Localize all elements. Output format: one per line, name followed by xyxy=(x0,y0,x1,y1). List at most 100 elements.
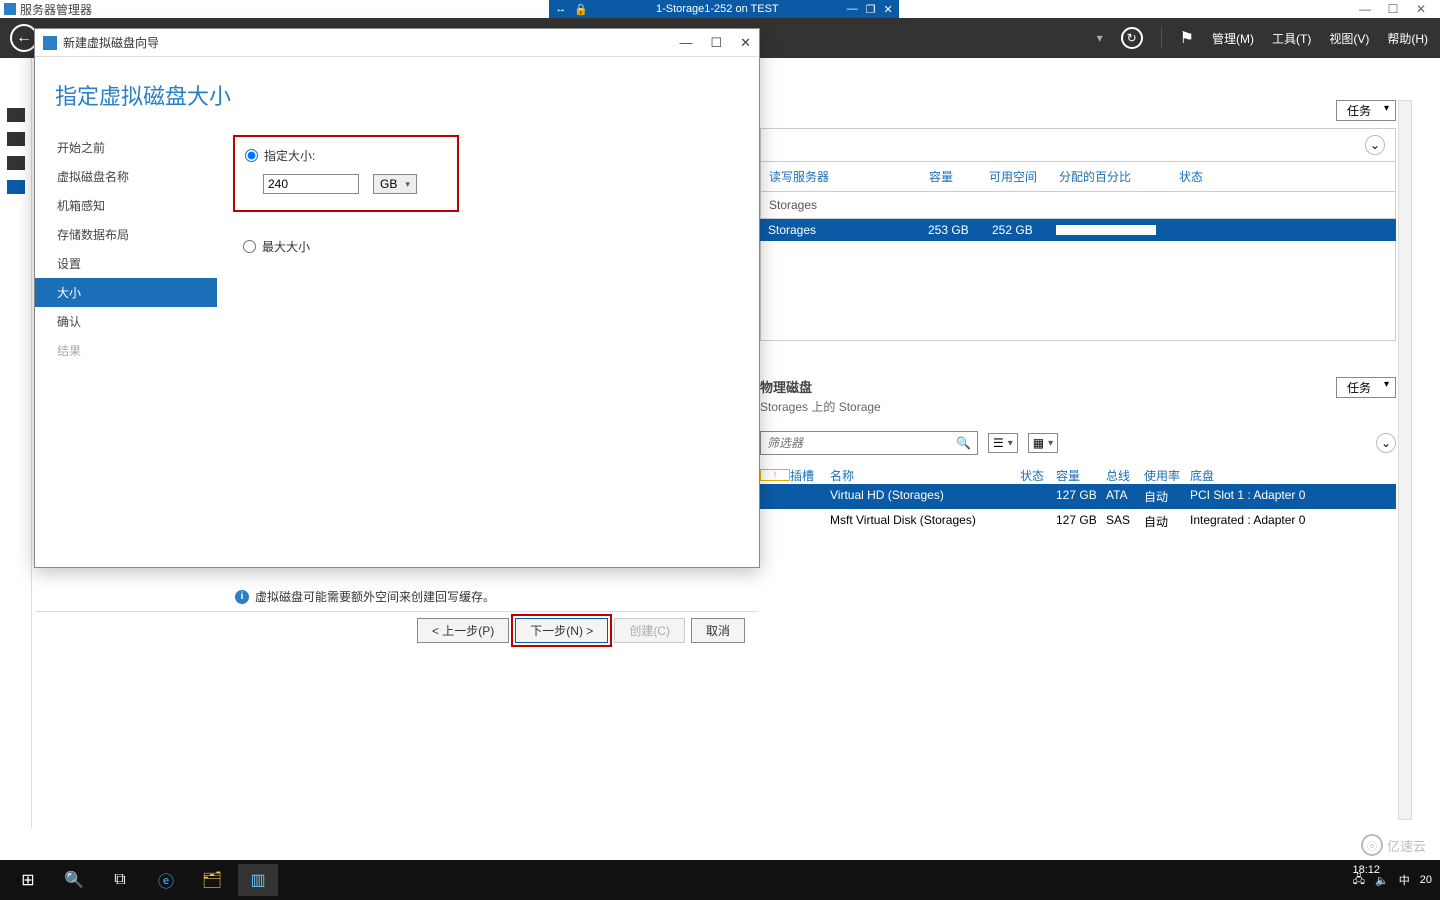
step-confirm[interactable]: 确认 xyxy=(35,307,217,336)
col-status[interactable]: 状态 xyxy=(1020,467,1056,484)
remote-restore-button[interactable]: ❐ xyxy=(866,3,876,16)
phys-usage: 自动 xyxy=(1144,488,1190,505)
step-result: 结果 xyxy=(35,336,217,365)
watermark-icon: ⓞ xyxy=(1361,834,1383,856)
phys-bus: SAS xyxy=(1106,513,1144,530)
phys-collapse-icon[interactable]: ⌄ xyxy=(1376,433,1396,453)
server-manager-taskbar-icon[interactable]: ▥ xyxy=(238,864,278,896)
highlighted-size-section: 指定大小: GB xyxy=(233,135,459,212)
wizard-maximize-button[interactable]: ☐ xyxy=(710,35,722,51)
wizard-steps-nav: 开始之前 虚拟磁盘名称 机箱感知 存储数据布局 设置 大小 确认 结果 xyxy=(35,129,217,611)
view-menu[interactable]: 视图(V) xyxy=(1329,30,1369,47)
col-bus[interactable]: 总线 xyxy=(1106,467,1144,484)
phys-chassis: Integrated : Adapter 0 xyxy=(1190,513,1340,530)
pool-row-selected[interactable]: Storages 253 GB 252 GB xyxy=(760,219,1396,241)
phys-row[interactable]: Msft Virtual Disk (Storages) 127 GB SAS … xyxy=(760,509,1396,534)
tray-ime[interactable]: 中 xyxy=(1399,872,1410,888)
option-max-size[interactable]: 最大大小 xyxy=(243,238,739,255)
phys-row[interactable]: Virtual HD (Storages) 127 GB ATA 自动 PCI … xyxy=(760,484,1396,509)
wizard-minimize-button[interactable]: — xyxy=(679,35,692,51)
search-icon[interactable]: 🔍 xyxy=(950,436,977,450)
ribbon-item-4[interactable] xyxy=(7,180,25,194)
step-settings[interactable]: 设置 xyxy=(35,249,217,278)
previous-button[interactable]: < 上一步(P) xyxy=(417,618,509,643)
phys-title: 物理磁盘 xyxy=(760,377,1396,396)
step-layout[interactable]: 存储数据布局 xyxy=(35,220,217,249)
specify-size-radio[interactable] xyxy=(245,149,258,162)
pool-free: 252 GB xyxy=(992,223,1036,237)
maximize-button[interactable]: ☐ xyxy=(1384,2,1402,16)
col-usage[interactable]: 使用率 xyxy=(1144,467,1190,484)
app-icon xyxy=(4,3,16,15)
col-status[interactable]: 状态 xyxy=(1179,168,1239,185)
writeback-cache-hint: i 虚拟磁盘可能需要额外空间来创建回写缓存。 xyxy=(235,588,495,605)
storage-pools-panel: ⌄ 读写服务器 容量 可用空间 分配的百分比 状态 Storages Stora… xyxy=(760,128,1396,341)
pool-group-label: Storages xyxy=(760,192,1396,219)
filter-input[interactable] xyxy=(761,436,950,450)
col-cap[interactable]: 容量 xyxy=(1056,467,1106,484)
new-virtual-disk-wizard: 新建虚拟磁盘向导 — ☐ ✕ 指定虚拟磁盘大小 开始之前 虚拟磁盘名称 机箱感知… xyxy=(34,28,760,568)
wizard-content: 指定大小: GB 最大大小 i 虚拟磁盘可能需要额外空间来创建回写缓存。 xyxy=(217,129,759,611)
col-alloc[interactable]: 分配的百分比 xyxy=(1059,168,1159,185)
ribbon-item-2[interactable] xyxy=(7,132,25,146)
remote-minimize-button[interactable]: — xyxy=(847,3,858,15)
manage-menu[interactable]: 管理(M) xyxy=(1212,30,1254,47)
pin-icon[interactable] xyxy=(555,3,566,15)
step-name[interactable]: 虚拟磁盘名称 xyxy=(35,162,217,191)
col-free[interactable]: 可用空间 xyxy=(989,168,1039,185)
phys-columns: ! 插槽 名称 状态 容量 总线 使用率 底盘 xyxy=(760,467,1396,484)
hint-text: 虚拟磁盘可能需要额外空间来创建回写缓存。 xyxy=(255,588,495,605)
wizard-titlebar[interactable]: 新建虚拟磁盘向导 — ☐ ✕ xyxy=(35,29,759,57)
task-view-button[interactable]: ⧉ xyxy=(100,864,140,896)
option-specify-size[interactable]: 指定大小: xyxy=(245,147,445,164)
col-capacity[interactable]: 容量 xyxy=(929,168,969,185)
help-menu[interactable]: 帮助(H) xyxy=(1387,30,1428,47)
step-before[interactable]: 开始之前 xyxy=(35,133,217,162)
minimize-button[interactable]: — xyxy=(1356,2,1374,16)
dropdown-icon[interactable]: ▾ xyxy=(1097,31,1103,45)
ribbon-item-3[interactable] xyxy=(7,156,25,170)
phys-tasks-dropdown[interactable]: 任务 xyxy=(1336,377,1396,398)
col-server[interactable]: 读写服务器 xyxy=(769,168,909,185)
pool-capacity: 253 GB xyxy=(928,223,972,237)
tasks-dropdown[interactable]: 任务 xyxy=(1336,100,1396,121)
col-slot[interactable]: 插槽 xyxy=(790,467,830,484)
app-title: 服务器管理器 xyxy=(20,1,92,18)
group-by-dropdown[interactable]: ☰ xyxy=(988,433,1018,453)
ie-icon[interactable]: ⓔ xyxy=(146,864,186,896)
scrollbar[interactable] xyxy=(1398,100,1412,820)
max-size-radio[interactable] xyxy=(243,240,256,253)
phys-subtitle: Storages 上的 Storage xyxy=(760,398,1396,415)
col-warn-icon[interactable]: ! xyxy=(760,469,790,481)
start-button[interactable]: ⊞ xyxy=(8,864,48,896)
wizard-close-button[interactable]: ✕ xyxy=(740,35,751,51)
close-button[interactable]: ✕ xyxy=(1412,2,1430,16)
phys-chassis: PCI Slot 1 : Adapter 0 xyxy=(1190,488,1340,505)
wizard-page-title: 指定虚拟磁盘大小 xyxy=(35,57,759,129)
tray-date[interactable]: 20 xyxy=(1420,874,1432,886)
col-name[interactable]: 名称 xyxy=(830,467,1020,484)
notifications-flag-icon[interactable]: ⚑ xyxy=(1180,28,1194,48)
cancel-button[interactable]: 取消 xyxy=(691,618,745,643)
size-value-input[interactable] xyxy=(263,174,359,194)
col-chassis[interactable]: 底盘 xyxy=(1190,467,1340,484)
session-label: 1-Storage1-252 on TEST xyxy=(596,3,839,15)
phys-name: Msft Virtual Disk (Storages) xyxy=(830,513,1020,530)
lock-icon[interactable] xyxy=(574,3,588,16)
remote-close-button[interactable]: ✕ xyxy=(884,3,893,16)
collapse-icon[interactable]: ⌄ xyxy=(1365,135,1385,155)
ribbon-item-1[interactable] xyxy=(7,108,25,122)
refresh-icon[interactable]: ↻ xyxy=(1121,27,1143,49)
step-encl[interactable]: 机箱感知 xyxy=(35,191,217,220)
filter-input-wrapper: 🔍 xyxy=(760,431,978,455)
next-button[interactable]: 下一步(N) > xyxy=(515,618,608,643)
step-size[interactable]: 大小 xyxy=(35,278,217,307)
explorer-icon[interactable]: 🗂 xyxy=(192,864,232,896)
outer-window-titlebar: 服务器管理器 1-Storage1-252 on TEST — ❐ ✕ — ☐ … xyxy=(0,0,1440,18)
wizard-icon xyxy=(43,36,57,50)
view-options-dropdown[interactable]: ▦ xyxy=(1028,433,1058,453)
tray-clock[interactable]: 18:12 xyxy=(1352,864,1380,876)
size-unit-select[interactable]: GB xyxy=(373,174,417,194)
tools-menu[interactable]: 工具(T) xyxy=(1272,30,1311,47)
search-button[interactable]: 🔍 xyxy=(54,864,94,896)
